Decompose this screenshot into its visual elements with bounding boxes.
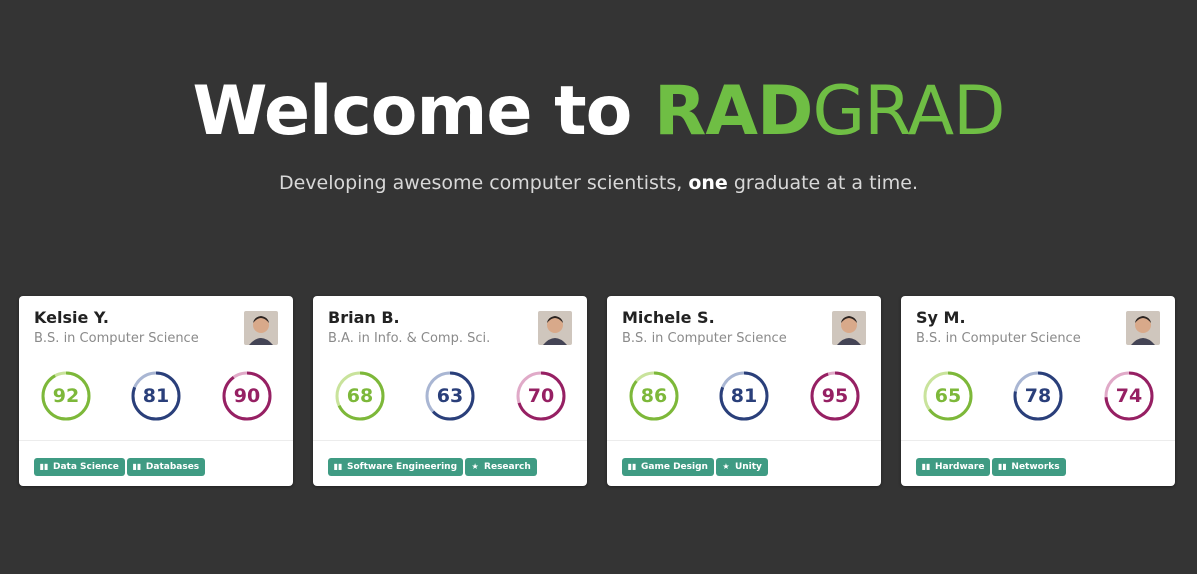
- card-divider: [19, 440, 293, 441]
- subtitle-text-end: graduate at a time.: [727, 172, 919, 194]
- welcome-text: Welcome to: [192, 72, 632, 151]
- level-value: 74: [1115, 385, 1143, 407]
- interest-tag-label: Research: [484, 462, 531, 472]
- level-ring: 70: [515, 370, 567, 422]
- level-rings: 86 81 95: [607, 370, 881, 422]
- level-value: 81: [142, 385, 170, 407]
- student-card[interactable]: Kelsie Y. B.S. in Computer Science 92 81 90 ▮…: [19, 296, 293, 486]
- level-ring: 65: [922, 370, 974, 422]
- interest-tags: ▮▮ Hardware ▮▮ Networks: [916, 454, 1068, 476]
- student-name: Sy M.: [916, 308, 966, 327]
- student-degree: B.S. in Computer Science: [622, 331, 787, 346]
- level-value: 78: [1024, 385, 1052, 407]
- interest-tag[interactable]: ▮▮ Game Design: [622, 458, 714, 476]
- building-icon: ▮▮: [39, 462, 49, 471]
- level-ring: 95: [809, 370, 861, 422]
- level-ring: 74: [1103, 370, 1155, 422]
- level-ring: 63: [424, 370, 476, 422]
- interest-tag-label: Databases: [145, 462, 200, 472]
- student-card[interactable]: Brian B. B.A. in Info. & Comp. Sci. 68 63 70…: [313, 296, 587, 486]
- card-divider: [901, 440, 1175, 441]
- level-value: 90: [233, 385, 261, 407]
- interest-tag-label: Software Engineering: [347, 462, 458, 472]
- student-avatar: [832, 311, 866, 345]
- level-value: 86: [640, 385, 668, 407]
- level-value: 65: [934, 385, 962, 407]
- building-icon: ▮▮: [132, 462, 142, 471]
- level-rings: 65 78 74: [901, 370, 1175, 422]
- student-card[interactable]: Sy M. B.S. in Computer Science 65 78 74 ▮▮ Har…: [901, 296, 1175, 486]
- level-ring: 92: [40, 370, 92, 422]
- card-divider: [313, 440, 587, 441]
- interest-tags: ▮▮ Data Science ▮▮ Databases: [34, 454, 207, 476]
- subtitle-emphasis: one: [688, 172, 728, 194]
- student-avatar: [244, 311, 278, 345]
- student-avatar: [538, 311, 572, 345]
- building-icon: ▮▮: [921, 462, 931, 471]
- card-divider: [607, 440, 881, 441]
- subtitle-text: Developing awesome computer scientists,: [278, 172, 689, 194]
- hero-subtitle: Developing awesome computer scientists, …: [0, 172, 1197, 194]
- level-rings: 92 81 90: [19, 370, 293, 422]
- student-degree: B.S. in Computer Science: [34, 331, 199, 346]
- interest-tag[interactable]: ★ Research: [465, 458, 537, 476]
- brand-rad: RAD: [654, 72, 813, 151]
- building-icon: ▮▮: [627, 462, 637, 471]
- star-icon: ★: [471, 462, 479, 471]
- star-icon: ★: [722, 462, 730, 471]
- interest-tags: ▮▮ Software Engineering ★ Research: [328, 454, 539, 476]
- hero-title: Welcome to RADGRAD: [0, 72, 1197, 151]
- student-degree: B.A. in Info. & Comp. Sci.: [328, 331, 491, 346]
- level-value: 70: [527, 385, 555, 407]
- building-icon: ▮▮: [333, 462, 343, 471]
- level-value: 81: [730, 385, 758, 407]
- interest-tag-label: Networks: [1011, 462, 1060, 472]
- building-icon: ▮▮: [998, 462, 1007, 471]
- level-ring: 86: [628, 370, 680, 422]
- level-ring: 68: [334, 370, 386, 422]
- level-value: 63: [436, 385, 464, 407]
- level-rings: 68 63 70: [313, 370, 587, 422]
- level-value: 95: [821, 385, 849, 407]
- interest-tag[interactable]: ▮▮ Data Science: [34, 458, 125, 476]
- student-card[interactable]: Michele S. B.S. in Computer Science 86 81 95…: [607, 296, 881, 486]
- student-name: Michele S.: [622, 308, 715, 327]
- student-name: Brian B.: [328, 308, 400, 327]
- student-degree: B.S. in Computer Science: [916, 331, 1081, 346]
- level-ring: 81: [718, 370, 770, 422]
- interest-tag[interactable]: ▮▮ Databases: [126, 458, 206, 476]
- interest-tags: ▮▮ Game Design ★ Unity: [622, 454, 770, 476]
- interest-tag-label: Unity: [734, 462, 762, 472]
- interest-tag[interactable]: ▮▮ Hardware: [916, 458, 991, 476]
- level-value: 68: [346, 385, 374, 407]
- interest-tag-label: Game Design: [641, 462, 708, 472]
- interest-tag[interactable]: ★ Unity: [715, 458, 768, 476]
- interest-tag[interactable]: ▮▮ Software Engineering: [328, 458, 464, 476]
- brand-grad: GRAD: [812, 72, 1005, 151]
- level-ring: 81: [130, 370, 182, 422]
- interest-tag-label: Data Science: [53, 462, 119, 472]
- interest-tag[interactable]: ▮▮ Networks: [992, 458, 1066, 476]
- level-value: 92: [52, 385, 80, 407]
- level-ring: 78: [1012, 370, 1064, 422]
- level-ring: 90: [221, 370, 273, 422]
- student-avatar: [1126, 311, 1160, 345]
- interest-tag-label: Hardware: [935, 462, 985, 472]
- student-name: Kelsie Y.: [34, 308, 109, 327]
